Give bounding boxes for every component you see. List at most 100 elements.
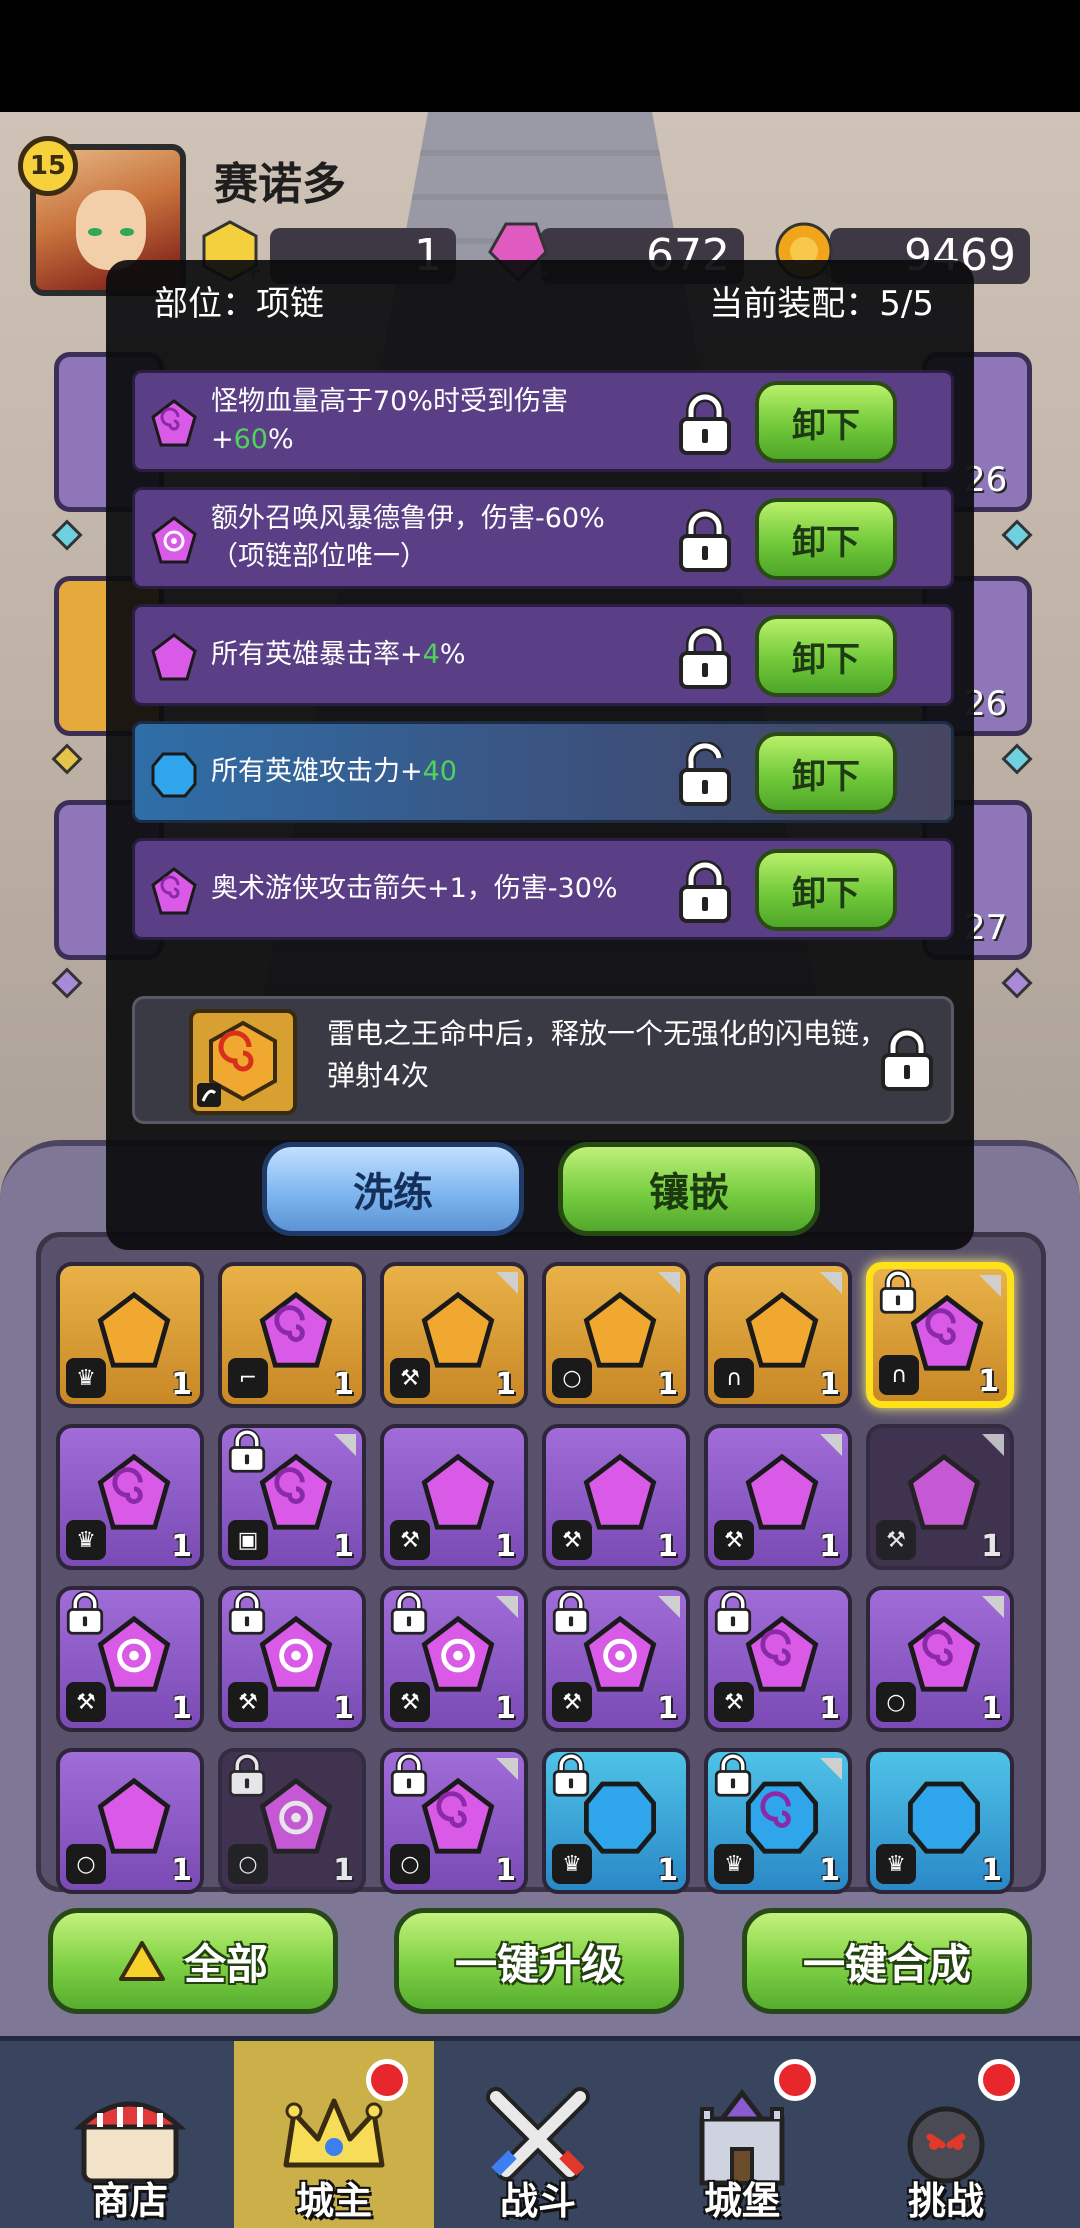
unequip-button[interactable]: 卸下	[755, 381, 897, 463]
gem-icon	[580, 1608, 660, 1700]
gem-slot[interactable]: ○ 1	[218, 1748, 366, 1894]
purple-gem-icon	[149, 865, 199, 917]
gem-icon	[418, 1446, 498, 1538]
nav-tab-shop[interactable]: 商店	[30, 2041, 230, 2228]
axe-type-icon: ⚒	[390, 1358, 430, 1398]
unequip-button[interactable]: 卸下	[755, 615, 897, 697]
gem-slot-selected[interactable]: ∩ 1	[866, 1262, 1014, 1408]
gem-slot[interactable]: ⚒ 1	[380, 1424, 528, 1570]
gem-slot[interactable]: ⚒ 1	[704, 1424, 852, 1570]
gem-icon	[580, 1446, 660, 1538]
gem-count: 1	[333, 1691, 354, 1726]
crown-type-icon: ♛	[66, 1520, 106, 1560]
lock-icon	[228, 1590, 266, 1635]
gem-count: 1	[819, 1853, 840, 1888]
blue-gem-icon	[149, 748, 199, 800]
corner-marker	[979, 1275, 1001, 1297]
corner-marker	[496, 1758, 518, 1780]
gem-slot[interactable]: ♛ 1	[56, 1424, 204, 1570]
axe-type-icon: ⚒	[714, 1520, 754, 1560]
effect-text: 所有英雄攻击力+40	[211, 724, 631, 820]
corner-marker	[334, 1434, 356, 1456]
effect-text-value: 40	[422, 756, 457, 787]
axe-type-icon: ⚒	[876, 1520, 916, 1560]
lock-icon[interactable]	[877, 1027, 937, 1093]
lock-icon[interactable]	[675, 859, 735, 925]
axe-type-icon: ⚒	[228, 1682, 268, 1722]
necklace-equip-dialog: 部位：项链 当前装配：5/5 怪物血量高于70%时受到伤害+60% 卸下 额外召唤风…	[106, 260, 974, 1250]
gem-count: 1	[981, 1691, 1002, 1726]
gem-count: 1	[171, 1691, 192, 1726]
gem-slot[interactable]: ♛ 1	[866, 1748, 1014, 1894]
gem-icon	[256, 1608, 336, 1700]
gem-slot[interactable]: ⌐ 1	[218, 1262, 366, 1408]
gem-count: 1	[495, 1853, 516, 1888]
corner-marker	[496, 1272, 518, 1294]
upgrade-all-button[interactable]: 一键升级	[394, 1908, 684, 2014]
unequip-button[interactable]: 卸下	[755, 498, 897, 580]
nav-tab-bomb[interactable]: 挑战	[846, 2041, 1046, 2228]
gem-count: 1	[657, 1367, 678, 1402]
gem-slot[interactable]: ▣ 1	[218, 1424, 366, 1570]
ring-type-icon: ○	[876, 1682, 916, 1722]
gem-slot[interactable]: ⚒ 1	[542, 1424, 690, 1570]
special-gem-icon	[189, 1009, 297, 1115]
gem-slot[interactable]: ○ 1	[542, 1262, 690, 1408]
lock-icon[interactable]	[675, 391, 735, 457]
lock-icon[interactable]	[675, 625, 735, 691]
gem-slot[interactable]: ⚒ 1	[704, 1586, 852, 1732]
gem-icon	[256, 1446, 336, 1538]
gem-slot[interactable]: ⚒ 1	[380, 1262, 528, 1408]
gem-count: 1	[981, 1529, 1002, 1564]
gem-slot[interactable]: ♛ 1	[542, 1748, 690, 1894]
gem-slot[interactable]: ⚒ 1	[542, 1586, 690, 1732]
gem-count: 1	[333, 1853, 354, 1888]
lock-icon	[390, 1590, 428, 1635]
crown-type-icon: ♛	[714, 1844, 754, 1884]
bottom-navigation: 商店 城主 战斗 城堡 挑战	[0, 2036, 1080, 2228]
gem-count: 1	[657, 1529, 678, 1564]
reforge-button[interactable]: 洗练	[262, 1142, 524, 1236]
effect-text: 额外召唤风暴德鲁伊，伤害-60%（项链部位唯一）	[211, 490, 631, 586]
gem-count: 1	[819, 1529, 840, 1564]
effect-text-prefix: 奥术游侠攻击箭矢+1，伤害-30%	[211, 873, 618, 904]
effect-text: 怪物血量高于70%时受到伤害+60%	[211, 373, 631, 469]
unlock-icon[interactable]	[675, 742, 735, 808]
lock-icon[interactable]	[675, 508, 735, 574]
gem-slot[interactable]: ⚒ 1	[56, 1586, 204, 1732]
notification-dot	[366, 2059, 408, 2101]
inlay-button[interactable]: 镶嵌	[558, 1142, 820, 1236]
gem-slot[interactable]: ♛ 1	[56, 1262, 204, 1408]
gem-slot[interactable]: ⚒ 1	[380, 1586, 528, 1732]
triangle-filter-icon	[118, 1941, 165, 1981]
gem-slot[interactable]: ⚒ 1	[866, 1424, 1014, 1570]
filter-all-button[interactable]: 全部	[48, 1908, 338, 2014]
gem-icon	[580, 1770, 660, 1862]
gem-slot[interactable]: ○ 1	[56, 1748, 204, 1894]
unequip-button[interactable]: 卸下	[755, 849, 897, 931]
axe-type-icon: ⚒	[552, 1682, 592, 1722]
merge-all-button[interactable]: 一键合成	[742, 1908, 1032, 2014]
gem-slot[interactable]: ♛ 1	[704, 1748, 852, 1894]
gem-slot[interactable]: ○ 1	[380, 1748, 528, 1894]
unequip-button[interactable]: 卸下	[755, 732, 897, 814]
nav-tab-castle[interactable]: 城堡	[642, 2041, 842, 2228]
boot-type-icon: ⌐	[228, 1358, 268, 1398]
effect-text-suffix: %	[439, 639, 466, 670]
gem-icon	[742, 1608, 822, 1700]
gem-icon	[742, 1284, 822, 1376]
gem-count: 1	[657, 1853, 678, 1888]
lock-icon	[879, 1269, 917, 1314]
nav-label: 城堡	[703, 2179, 780, 2223]
nav-tab-swords[interactable]: 战斗	[438, 2041, 638, 2228]
nav-tab-crown[interactable]: 城主	[234, 2041, 434, 2228]
crown-type-icon: ♛	[552, 1844, 592, 1884]
gem-count: 1	[819, 1691, 840, 1726]
corner-marker	[982, 1596, 1004, 1618]
special-effect-row: 雷电之王命中后，释放一个无强化的闪电链，弹射4次	[132, 996, 954, 1124]
ring-type-icon: ○	[552, 1358, 592, 1398]
gem-slot[interactable]: ⚒ 1	[218, 1586, 366, 1732]
gem-slot[interactable]: ○ 1	[866, 1586, 1014, 1732]
gem-count: 1	[171, 1529, 192, 1564]
gem-slot[interactable]: ∩ 1	[704, 1262, 852, 1408]
